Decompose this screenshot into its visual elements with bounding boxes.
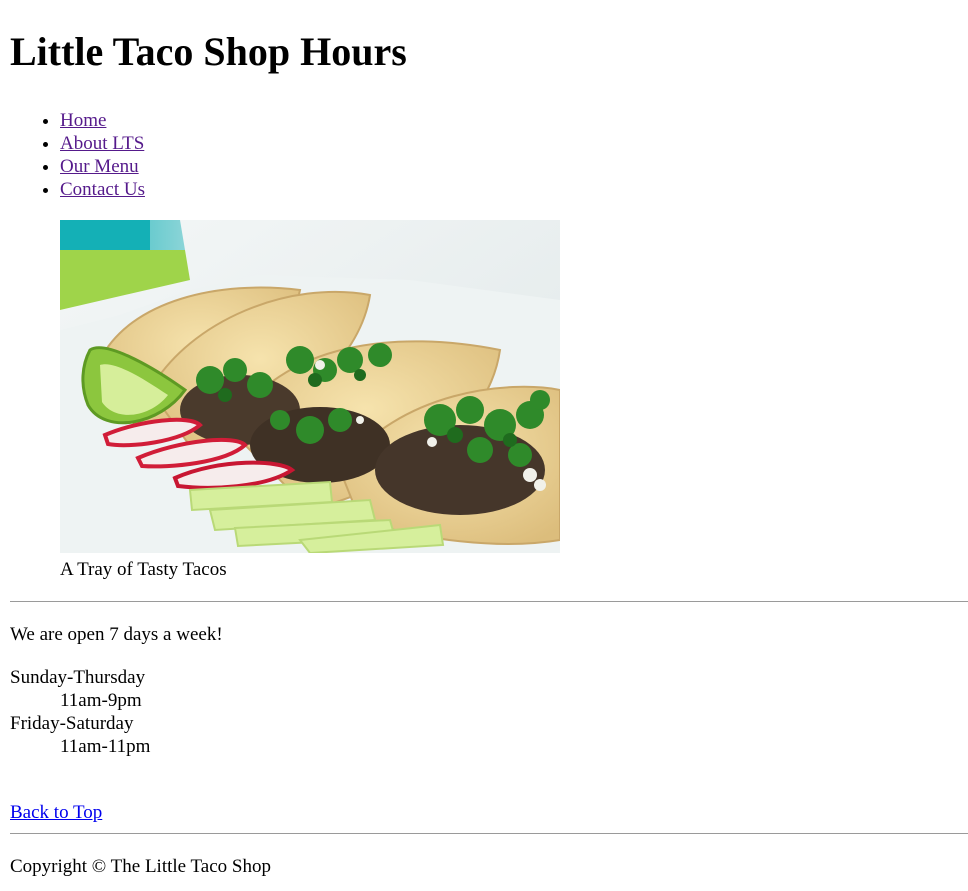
back-to-top-link[interactable]: Back to Top <box>10 802 102 823</box>
hours-days: Friday-Saturday <box>10 713 134 734</box>
nav-item-contact: Contact Us <box>60 178 968 201</box>
open-message: We are open 7 days a week! <box>10 624 223 645</box>
tacos-photo <box>60 220 560 553</box>
nav-item-home: Home <box>60 109 968 132</box>
hours-list: Sunday-Thursday 11am-9pm Friday-Saturday… <box>10 666 968 758</box>
page-title: Little Taco Shop Hours <box>10 29 407 74</box>
taco-figure: A Tray of Tasty Tacos <box>60 220 968 581</box>
nav-link-home[interactable]: Home <box>60 110 106 131</box>
hours-time: 11am-9pm <box>60 690 142 711</box>
nav-link-about[interactable]: About LTS <box>60 133 144 154</box>
nav-link-contact[interactable]: Contact Us <box>60 179 145 200</box>
hours-days: Sunday-Thursday <box>10 667 146 688</box>
nav-link-menu[interactable]: Our Menu <box>60 156 139 177</box>
footer-copyright: Copyright © The Little Taco Shop <box>10 856 271 877</box>
page: Little Taco Shop Hours Home About LTS Ou… <box>10 0 968 878</box>
divider-top <box>10 601 968 602</box>
figure-caption: A Tray of Tasty Tacos <box>60 559 227 580</box>
hours-time: 11am-11pm <box>60 736 151 757</box>
main-nav: Home About LTS Our Menu Contact Us <box>10 109 968 201</box>
nav-item-menu: Our Menu <box>60 155 968 178</box>
back-to-top-wrapper: Back to Top <box>10 801 968 824</box>
nav-item-about: About LTS <box>60 132 968 155</box>
divider-bottom <box>10 833 968 834</box>
